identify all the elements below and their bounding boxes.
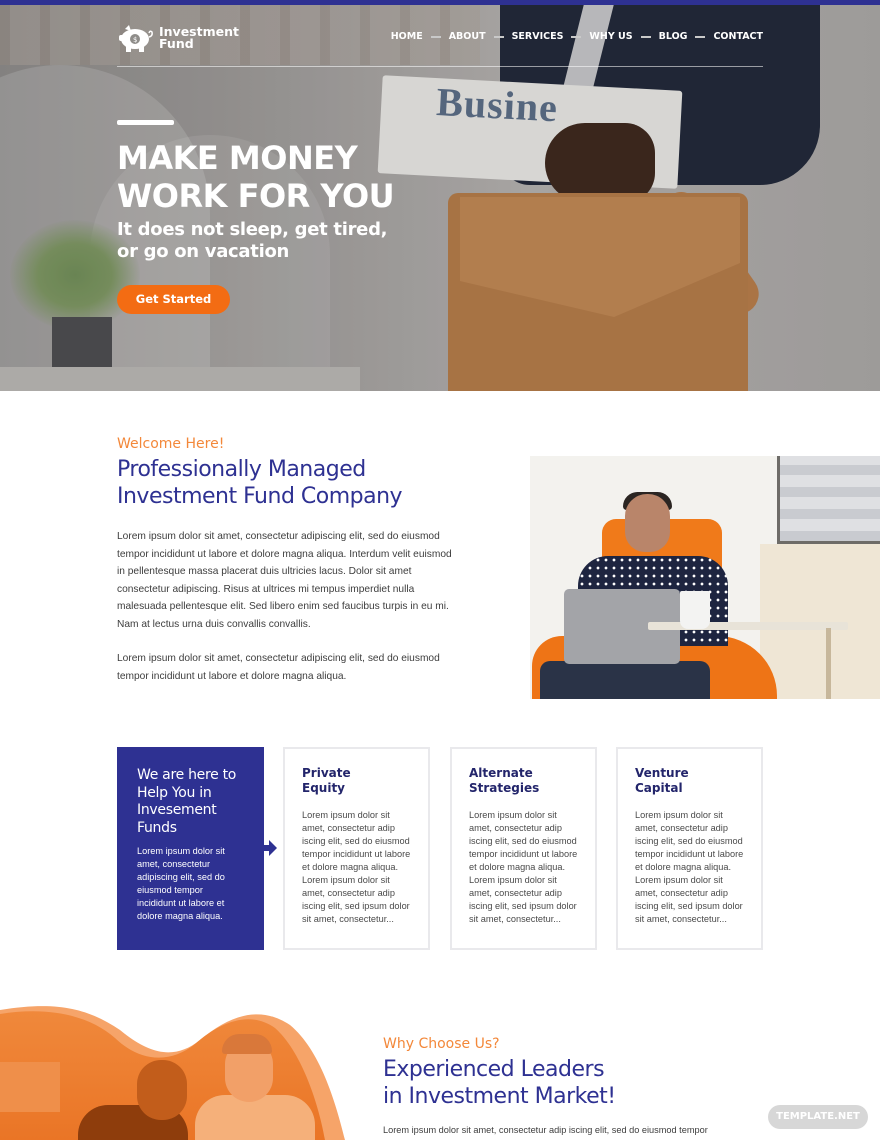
service-card-title-line2: Equity bbox=[302, 781, 346, 795]
man-head-image bbox=[625, 494, 670, 552]
nav-separator bbox=[640, 35, 651, 38]
service-card-text: Lorem ipsum dolor sit amet, consectetur … bbox=[469, 810, 578, 924]
why-paragraph: Lorem ipsum dolor sit amet, consectetur … bbox=[383, 1125, 708, 1135]
hero-subtitle-line2: or go on vacation bbox=[117, 241, 290, 262]
service-card-private-equity[interactable]: Private Equity Lorem ipsum dolor sit ame… bbox=[283, 747, 430, 950]
template-watermark: TEMPLATE.NET bbox=[768, 1105, 868, 1129]
welcome-title-line1: Professionally Managed bbox=[117, 457, 366, 482]
person-1-head-image bbox=[137, 1060, 187, 1120]
help-card: We are here to Help You in Invesement Fu… bbox=[117, 747, 264, 950]
nav-home[interactable]: HOME bbox=[391, 31, 423, 42]
hero-title-line2: WORK FOR YOU bbox=[117, 177, 395, 215]
svg-text:$: $ bbox=[133, 36, 137, 44]
person-2-body-image bbox=[195, 1095, 315, 1140]
service-card-title: Private Equity bbox=[302, 766, 412, 796]
nav-blog[interactable]: BLOG bbox=[659, 31, 688, 42]
hero-content: MAKE MONEY WORK FOR YOU It does not slee… bbox=[117, 120, 395, 314]
service-card-title: Alternate Strategies bbox=[469, 766, 579, 796]
person-2-hair-image bbox=[222, 1034, 272, 1054]
nav-services[interactable]: SERVICES bbox=[512, 31, 564, 42]
service-card-title-line2: Capital bbox=[635, 781, 683, 795]
logo[interactable]: $ Investment Fund bbox=[117, 23, 239, 53]
service-card-title-line1: Venture bbox=[635, 766, 689, 780]
why-eyebrow: Why Choose Us? bbox=[383, 1036, 500, 1052]
coffee-cup-image bbox=[680, 591, 710, 629]
team-photo-shape bbox=[0, 1000, 345, 1140]
service-card-title: Venture Capital bbox=[635, 766, 745, 796]
top-accent-bar bbox=[0, 0, 880, 5]
help-card-title: We are here to Help You in Invesement Fu… bbox=[137, 767, 237, 836]
man-with-laptop-image bbox=[530, 456, 880, 699]
service-card-alternate-strategies[interactable]: Alternate Strategies Lorem ipsum dolor s… bbox=[450, 747, 597, 950]
service-card-title-line1: Alternate bbox=[469, 766, 533, 780]
brand-name-line2: Fund bbox=[159, 36, 194, 51]
service-card-venture-capital[interactable]: Venture Capital Lorem ipsum dolor sit am… bbox=[616, 747, 763, 950]
service-card-text: Lorem ipsum dolor sit amet, consectetur … bbox=[302, 810, 411, 924]
nav-about[interactable]: ABOUT bbox=[449, 31, 486, 42]
why-title-line1: Experienced Leaders bbox=[383, 1057, 605, 1082]
team-meeting-image bbox=[0, 1000, 345, 1140]
service-card-text: Lorem ipsum dolor sit amet, consectetur … bbox=[635, 810, 744, 924]
service-card-title-line1: Private bbox=[302, 766, 351, 780]
nav-separator bbox=[493, 35, 504, 38]
brand-name: Investment Fund bbox=[159, 25, 239, 51]
why-title-line2: in Investment Market! bbox=[383, 1084, 616, 1109]
welcome-title: Professionally Managed Investment Fund C… bbox=[117, 456, 457, 510]
service-card-title-line2: Strategies bbox=[469, 781, 540, 795]
nav-separator bbox=[571, 35, 582, 38]
hero-title-line1: MAKE MONEY bbox=[117, 139, 358, 177]
arrow-right-icon bbox=[263, 840, 277, 856]
side-table-leg-image bbox=[826, 628, 831, 699]
shelf-image bbox=[0, 1062, 60, 1112]
piggy-bank-icon: $ bbox=[119, 25, 153, 52]
get-started-button[interactable]: Get Started bbox=[117, 285, 230, 314]
hero-subtitle-line1: It does not sleep, get tired, bbox=[117, 219, 388, 240]
why-choose-section: Why Choose Us? Experienced Leaders in In… bbox=[383, 1036, 743, 1140]
main-nav: HOME ABOUT SERVICES WHY US BLOG CONTACT bbox=[391, 31, 763, 42]
site-header: $ Investment Fund HOME ABOUT SERVICES WH… bbox=[117, 18, 763, 68]
welcome-paragraph-1: Lorem ipsum dolor sit amet, consectetur … bbox=[117, 531, 452, 630]
hero-subtitle: It does not sleep, get tired, or go on v… bbox=[117, 219, 394, 263]
nav-separator bbox=[695, 35, 706, 38]
why-title: Experienced Leaders in Investment Market… bbox=[383, 1056, 743, 1110]
nav-contact[interactable]: CONTACT bbox=[713, 31, 763, 42]
welcome-eyebrow: Welcome Here! bbox=[117, 436, 225, 452]
nav-why-us[interactable]: WHY US bbox=[589, 31, 632, 42]
welcome-title-line2: Investment Fund Company bbox=[117, 484, 403, 509]
hero-title: MAKE MONEY WORK FOR YOU bbox=[117, 139, 395, 215]
side-table-image bbox=[648, 622, 848, 630]
help-card-text: Lorem ipsum dolor sit amet, consectetur … bbox=[137, 846, 225, 921]
welcome-section: Welcome Here! Professionally Managed Inv… bbox=[117, 436, 457, 685]
man-jeans-image bbox=[540, 661, 710, 699]
welcome-paragraph-2: Lorem ipsum dolor sit amet, consectetur … bbox=[117, 653, 440, 682]
hero-accent-bar bbox=[117, 120, 174, 125]
window-image bbox=[777, 456, 880, 544]
nav-separator bbox=[430, 35, 441, 38]
header-divider bbox=[117, 66, 763, 67]
